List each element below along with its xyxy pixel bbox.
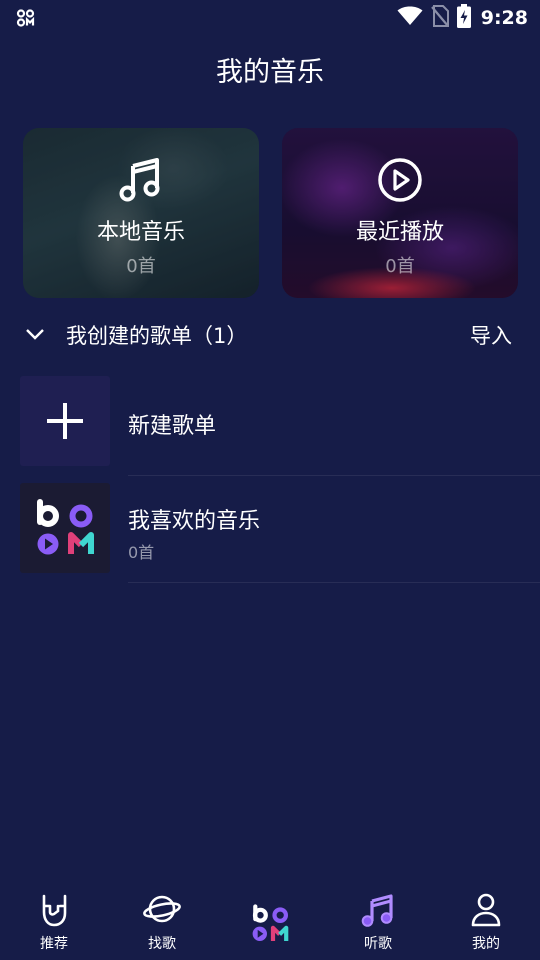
section-title[interactable]: 我创建的歌单（1） bbox=[66, 320, 247, 350]
divider bbox=[128, 475, 540, 476]
user-icon bbox=[469, 892, 503, 932]
page-title: 我的音乐 bbox=[216, 57, 324, 88]
status-time: 9:28 bbox=[480, 7, 528, 29]
local-music-card[interactable]: 本地音乐 0首 bbox=[23, 128, 259, 298]
battery-charging-icon bbox=[456, 4, 471, 32]
nav-listen[interactable]: 听歌 bbox=[324, 880, 432, 960]
divider bbox=[128, 582, 540, 583]
favorite-music-item[interactable]: 我喜欢的音乐 0首 bbox=[20, 483, 540, 575]
wifi-icon bbox=[397, 6, 423, 30]
card-title: 本地音乐 bbox=[96, 220, 185, 245]
status-bar: 9:28 bbox=[0, 0, 540, 36]
card-count: 0首 bbox=[126, 256, 156, 277]
playlist-title: 我喜欢的音乐 bbox=[128, 509, 261, 534]
rock-hand-icon bbox=[36, 892, 72, 932]
new-playlist-item[interactable]: 新建歌单 bbox=[20, 376, 540, 468]
play-circle-icon bbox=[376, 156, 424, 208]
playlist-count: 0首 bbox=[128, 543, 155, 562]
nav-mine[interactable]: 我的 bbox=[432, 880, 540, 960]
bottom-nav: 推荐 找歌 听歌 我的 bbox=[0, 880, 540, 960]
no-sim-icon bbox=[430, 5, 449, 31]
nav-label: 我的 bbox=[472, 936, 500, 952]
chevron-down-icon[interactable] bbox=[24, 326, 46, 346]
nav-recommend[interactable]: 推荐 bbox=[0, 880, 108, 960]
card-count: 0首 bbox=[385, 256, 415, 277]
music-note-icon bbox=[118, 156, 164, 206]
plus-icon bbox=[47, 403, 83, 439]
import-button[interactable]: 导入 bbox=[470, 320, 512, 350]
created-playlists-header: 我创建的歌单（1） 导入 bbox=[0, 314, 540, 356]
recent-play-card[interactable]: 最近播放 0首 bbox=[282, 128, 518, 298]
card-title: 最近播放 bbox=[355, 220, 444, 245]
new-playlist-thumb bbox=[20, 376, 110, 466]
planet-icon bbox=[142, 892, 182, 930]
nav-label: 听歌 bbox=[364, 936, 392, 952]
app-logo-icon bbox=[16, 9, 36, 31]
nav-label: 找歌 bbox=[148, 936, 176, 952]
boom-logo bbox=[243, 896, 297, 954]
nav-label: 推荐 bbox=[40, 936, 68, 952]
boom-logo bbox=[20, 483, 110, 573]
nav-boom-home[interactable] bbox=[216, 880, 324, 960]
nav-find-songs[interactable]: 找歌 bbox=[108, 880, 216, 960]
playlist-title: 新建歌单 bbox=[128, 414, 217, 439]
music-note-icon bbox=[360, 892, 396, 932]
